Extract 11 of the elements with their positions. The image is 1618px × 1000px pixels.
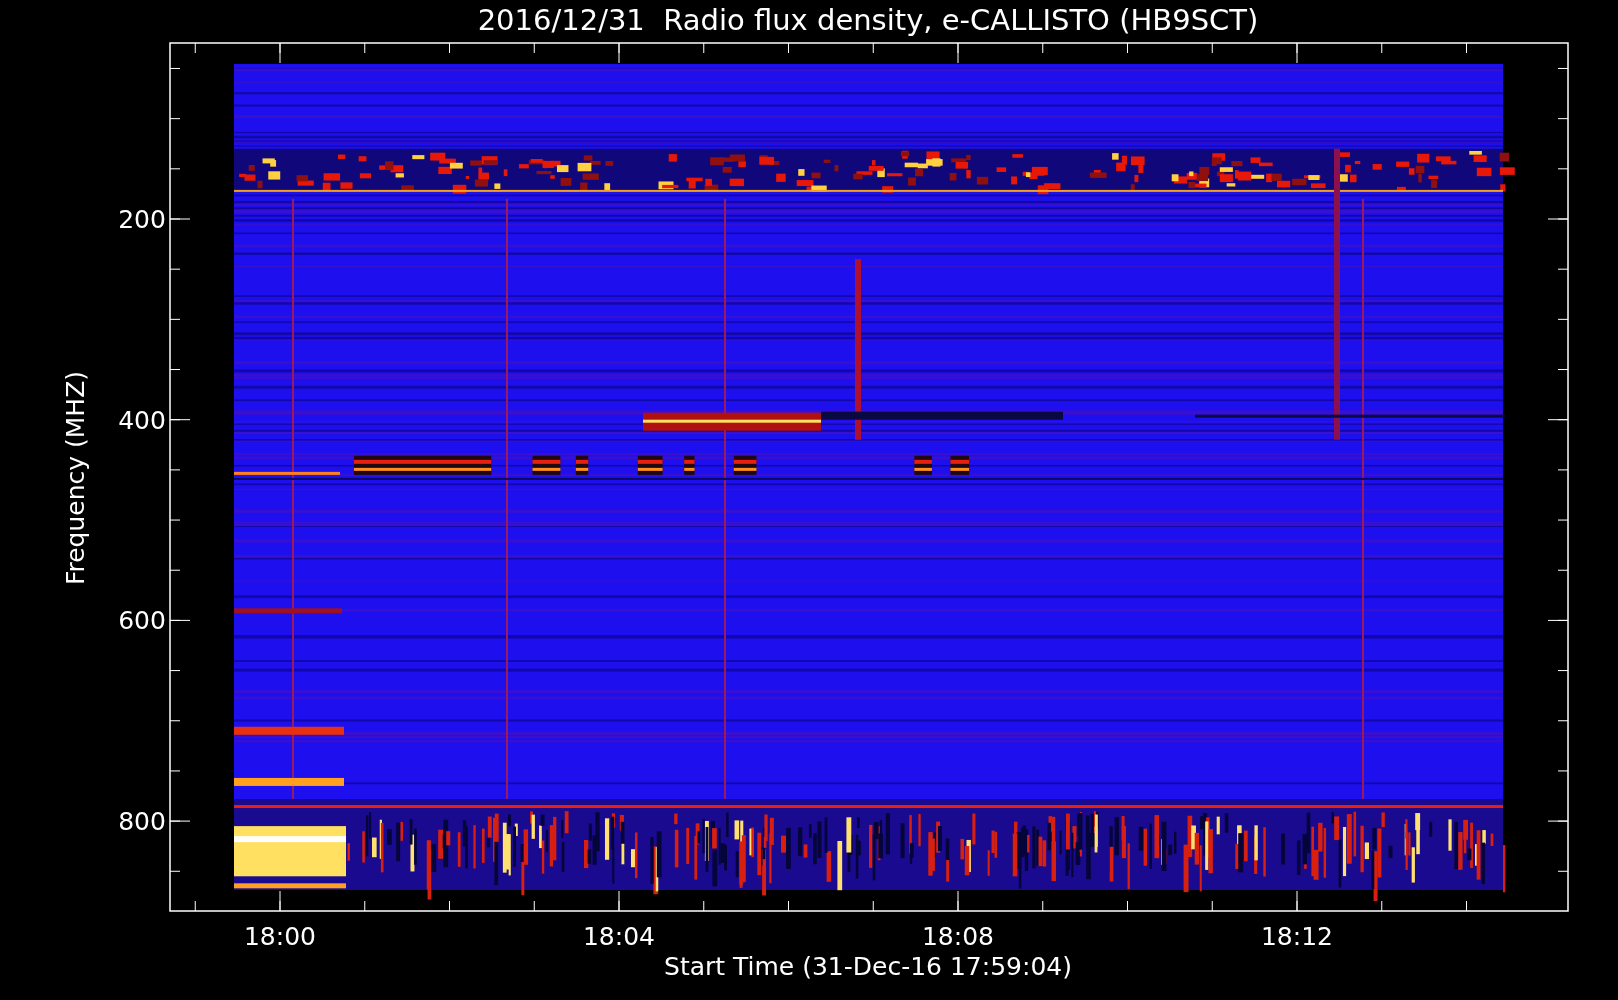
y-tick-label: 200 [118,205,166,234]
plot-title: 2016/12/31 Radio flux density, e-CALLISTO (HB9SCT) [477,3,1259,37]
y-tick-label: 600 [118,606,166,636]
y-tick-label: 800 [118,807,166,837]
x-tick-label: 18:00 [244,922,316,951]
x-tick-label: 18:04 [583,922,655,951]
x-tick-label: 18:08 [922,922,994,951]
x-tick-label: 18:12 [1261,922,1333,951]
y-axis-label: Frequency (MHZ) [61,370,90,586]
x-axis-label: Start Time (31-Dec-16 17:59:04) [664,952,1072,981]
y-tick-label: 400 [118,405,166,435]
